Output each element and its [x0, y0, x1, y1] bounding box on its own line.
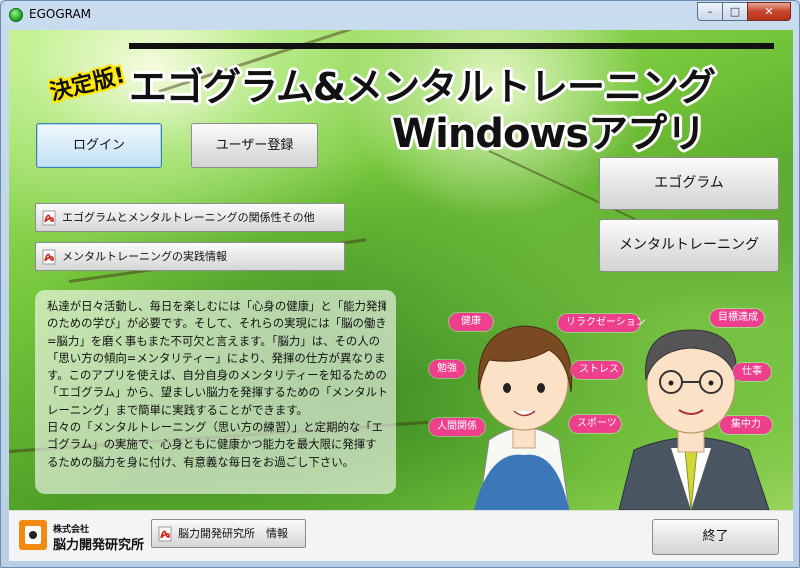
client-area: 決定版! エゴグラム&メンタルトレーニング Windowsアプリ ログイン ユー… — [9, 30, 793, 561]
minimize-button[interactable]: – — [697, 2, 723, 21]
register-button[interactable]: ユーザー登録 — [191, 123, 318, 168]
company-logo: 株式会社 脳力開発研究所 — [19, 518, 147, 554]
tag-health: 健康 — [449, 313, 493, 331]
window-title: EGOGRAM — [29, 7, 92, 21]
tag-stress: ストレス — [571, 361, 623, 379]
tag-study: 勉強 — [429, 360, 465, 378]
logo-company-name: 脳力開発研究所 — [53, 538, 145, 553]
description-line: 「思い方の傾向=メンタリティー」により、発揮の仕方が異なりま — [47, 350, 386, 365]
maximize-button[interactable]: □ — [722, 2, 748, 21]
tag-relationships: 人間関係 — [429, 418, 485, 436]
exit-button[interactable]: 終了 — [652, 519, 779, 555]
description-line: るための脳力を身に付け、有意義な毎日をお過ごし下さい。 — [47, 454, 354, 469]
app-window: EGOGRAM – □ ✕ 決定版! エゴグラム&メンタルトレーニング Wind… — [0, 0, 800, 568]
institute-info-pdf-label: 脳力開発研究所 情報 — [178, 527, 288, 540]
logo-mark-icon — [19, 520, 47, 550]
description-line: 日々の「メンタルトレーニング（思い方の練習）」と定期的な「エ — [47, 420, 384, 435]
close-button[interactable]: ✕ — [747, 2, 791, 21]
tag-relaxation: リラクゼーション — [558, 314, 646, 332]
pdf-icon — [42, 249, 56, 265]
app-icon — [9, 8, 23, 22]
tag-goal: 目標達成 — [710, 309, 764, 327]
tag-work: 仕事 — [733, 363, 771, 381]
tag-sports: スポーツ — [569, 415, 621, 433]
woman-illustration — [474, 325, 573, 510]
title-bar[interactable]: EGOGRAM – □ ✕ — [1, 1, 800, 29]
relation-pdf-button[interactable]: エゴグラムとメンタルトレーニングの関係性その他 — [35, 203, 345, 232]
description-line: のための学び」が必要です。そして、それらの実現には「脳の働き — [47, 316, 386, 331]
login-button[interactable]: ログイン — [36, 123, 162, 168]
tag-concentration: 集中力 — [720, 416, 772, 434]
practice-pdf-button[interactable]: メンタルトレーニングの実践情報 — [35, 242, 345, 271]
description-panel: 私達が日々活動し、毎日を楽しむには「心身の健康」と「能力発揮 のための学び」が必… — [35, 290, 396, 494]
description-line: す。このアプリを使えば、自分自身のメンタリティーを知るための — [47, 368, 386, 383]
description-line: 「エゴグラム」から、望ましい脳力を発揮するための「メンタルト — [47, 385, 386, 400]
relation-pdf-label: エゴグラムとメンタルトレーニングの関係性その他 — [62, 211, 315, 224]
description-line: 私達が日々活動し、毎日を楽しむには「心身の健康」と「能力発揮 — [47, 299, 386, 313]
description-line: =脳力」を磨く事もまた不可欠と言えます。「脳力」は、その人の — [47, 333, 381, 348]
illustration-people — [474, 325, 770, 510]
pdf-icon — [42, 210, 56, 226]
institute-info-pdf-button[interactable]: 脳力開発研究所 情報 — [151, 519, 306, 548]
description-line: レーニング」まで簡単に実践することができます。 — [47, 402, 308, 417]
practice-pdf-label: メンタルトレーニングの実践情報 — [62, 250, 227, 263]
description-line: ゴグラム」の実施で、心身ともに健康かつ能力を最大限に発揮す — [47, 437, 377, 452]
pdf-icon — [158, 526, 172, 542]
